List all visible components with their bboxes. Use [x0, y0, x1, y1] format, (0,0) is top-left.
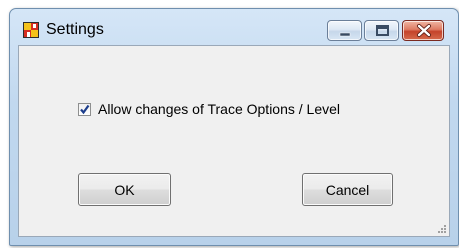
- maximize-button[interactable]: [364, 20, 399, 41]
- close-button[interactable]: [402, 20, 444, 41]
- minimize-icon: [339, 32, 351, 37]
- allow-trace-changes-checkbox[interactable]: [78, 103, 91, 116]
- close-icon: [417, 24, 431, 37]
- window-title: Settings: [46, 21, 104, 38]
- dialog-content: Allow changes of Trace Options / Level O…: [18, 45, 450, 237]
- checkmark-icon: [80, 104, 90, 115]
- allow-trace-changes-label[interactable]: Allow changes of Trace Options / Level: [98, 101, 340, 117]
- resize-grip-icon[interactable]: [437, 224, 447, 234]
- settings-app-icon: [22, 21, 40, 39]
- maximize-icon: [376, 25, 389, 36]
- minimize-button[interactable]: [327, 20, 362, 41]
- settings-window: Settings Allow changes of Trace Options …: [9, 8, 459, 246]
- cancel-button[interactable]: Cancel: [302, 173, 393, 206]
- ok-button[interactable]: OK: [78, 173, 171, 206]
- title-bar[interactable]: Settings: [10, 9, 458, 45]
